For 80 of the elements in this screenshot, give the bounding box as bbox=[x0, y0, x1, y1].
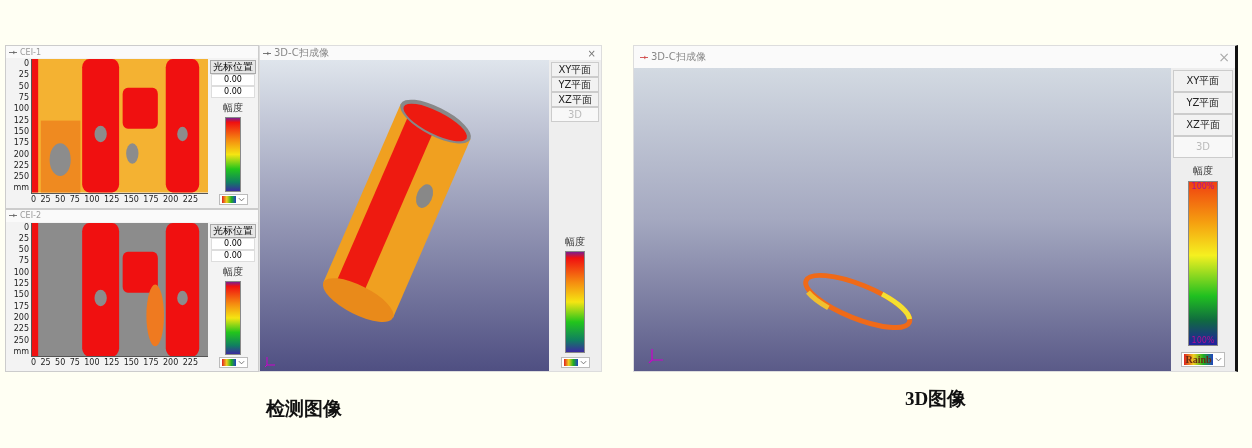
axis-tick-label: 200 bbox=[13, 149, 29, 159]
legend-label: 幅度 bbox=[565, 235, 585, 249]
axis-tick-label: 25 bbox=[40, 358, 51, 369]
axis-tick-label: 200 bbox=[163, 358, 179, 369]
view-button[interactable]: XZ平面 bbox=[551, 92, 599, 107]
axis-tick-label: 50 bbox=[18, 81, 29, 91]
axis-tick-label: mm bbox=[13, 346, 29, 356]
cursor-position-button[interactable]: 光标位置 bbox=[210, 223, 256, 238]
window-title: CEI-2 bbox=[20, 211, 41, 220]
pin-icon bbox=[263, 50, 271, 56]
scale-label: 100% bbox=[1190, 336, 1216, 345]
axis-tick-label: 200 bbox=[163, 194, 179, 206]
axis-tick-label: 125 bbox=[103, 358, 120, 369]
axis-tick-label: 175 bbox=[143, 194, 159, 206]
figure-caption: 3D图像 bbox=[904, 387, 967, 411]
view-button[interactable]: YZ平面 bbox=[551, 77, 599, 92]
axis-tick-label: 50 bbox=[55, 194, 66, 206]
view-button[interactable]: YZ平面 bbox=[1173, 92, 1233, 114]
axis-tick-label: 125 bbox=[13, 115, 29, 125]
view-button[interactable]: XY平面 bbox=[551, 62, 599, 77]
cursor-value: 0.00 bbox=[211, 74, 255, 86]
cursor-value: 0.00 bbox=[211, 86, 255, 98]
axis-triad-icon bbox=[264, 355, 276, 367]
axis-tick-label: 25 bbox=[18, 70, 29, 80]
axis-tick-label: 225 bbox=[13, 324, 29, 334]
axis-tick-label: 200 bbox=[13, 313, 29, 322]
axis-tick-label: 175 bbox=[13, 301, 29, 311]
view-button[interactable]: XY平面 bbox=[1173, 70, 1233, 92]
axis-tick-label: 0 bbox=[23, 222, 29, 232]
axis-tick-label: 100 bbox=[84, 194, 100, 206]
window-title: CEI-1 bbox=[20, 47, 41, 57]
caret-icon bbox=[237, 196, 245, 202]
axis-tick-label: 150 bbox=[13, 290, 29, 300]
axis-tick-label: 25 bbox=[18, 233, 29, 243]
axis-tick-label: 75 bbox=[18, 256, 29, 266]
axis-tick-label: 125 bbox=[13, 279, 29, 289]
axis-tick-label: 100 bbox=[84, 358, 100, 369]
axis-tick-label: 175 bbox=[143, 358, 159, 369]
axis-tick-label: 175 bbox=[13, 138, 29, 148]
legend-label: 幅度 bbox=[223, 101, 243, 115]
axis-tick-label: 225 bbox=[182, 194, 198, 206]
axis-triad-icon bbox=[648, 347, 664, 363]
pin-icon bbox=[640, 54, 648, 60]
axis-tick-label: 25 bbox=[40, 194, 51, 206]
axis-tick-label: 150 bbox=[123, 194, 139, 206]
legend-label: 幅度 bbox=[1193, 164, 1213, 178]
axis-tick-label: 250 bbox=[13, 335, 29, 345]
scale-label: 100% bbox=[1190, 182, 1216, 191]
cursor-position-button[interactable]: 光标位置 bbox=[210, 60, 256, 74]
axis-tick-label: 100 bbox=[13, 104, 29, 114]
pin-icon bbox=[9, 213, 17, 218]
axis-tick-label: mm bbox=[13, 183, 29, 193]
pin-icon bbox=[9, 49, 17, 55]
view-button[interactable]: XZ平面 bbox=[1173, 114, 1233, 136]
axis-tick-label: 150 bbox=[123, 358, 139, 369]
caret-icon bbox=[579, 360, 587, 365]
axis-tick-label: 250 bbox=[13, 172, 29, 182]
axis-tick-label: 75 bbox=[69, 194, 80, 206]
axis-tick-label: 0 bbox=[31, 358, 37, 369]
axis-tick-label: 150 bbox=[13, 126, 29, 136]
axis-tick-label: 75 bbox=[69, 358, 80, 369]
axis-tick-label: 225 bbox=[182, 358, 198, 369]
window-title: 3D-C扫成像 bbox=[274, 46, 330, 60]
axis-tick-label: 75 bbox=[18, 92, 29, 102]
axis-tick-label: 50 bbox=[18, 245, 29, 255]
caret-icon bbox=[237, 360, 245, 365]
colormap-dropdown[interactable] bbox=[560, 357, 590, 368]
axis-tick-label: 100 bbox=[13, 267, 29, 277]
close-button[interactable]: × bbox=[585, 47, 598, 59]
caret-icon bbox=[1214, 357, 1222, 362]
axis-tick-label: 50 bbox=[55, 358, 66, 369]
colormap-dropdown[interactable] bbox=[218, 357, 248, 368]
colormap-dropdown[interactable] bbox=[218, 193, 248, 205]
axis-tick-label: 125 bbox=[103, 194, 120, 206]
axis-tick-label: 225 bbox=[13, 160, 29, 170]
figure-caption: 检测图像 bbox=[265, 397, 342, 421]
axis-tick-label: 0 bbox=[23, 59, 29, 68]
axis-tick-label: 0 bbox=[31, 194, 37, 206]
legend-label: 幅度 bbox=[223, 264, 243, 279]
window-title: 3D-C扫成像 bbox=[651, 50, 707, 64]
